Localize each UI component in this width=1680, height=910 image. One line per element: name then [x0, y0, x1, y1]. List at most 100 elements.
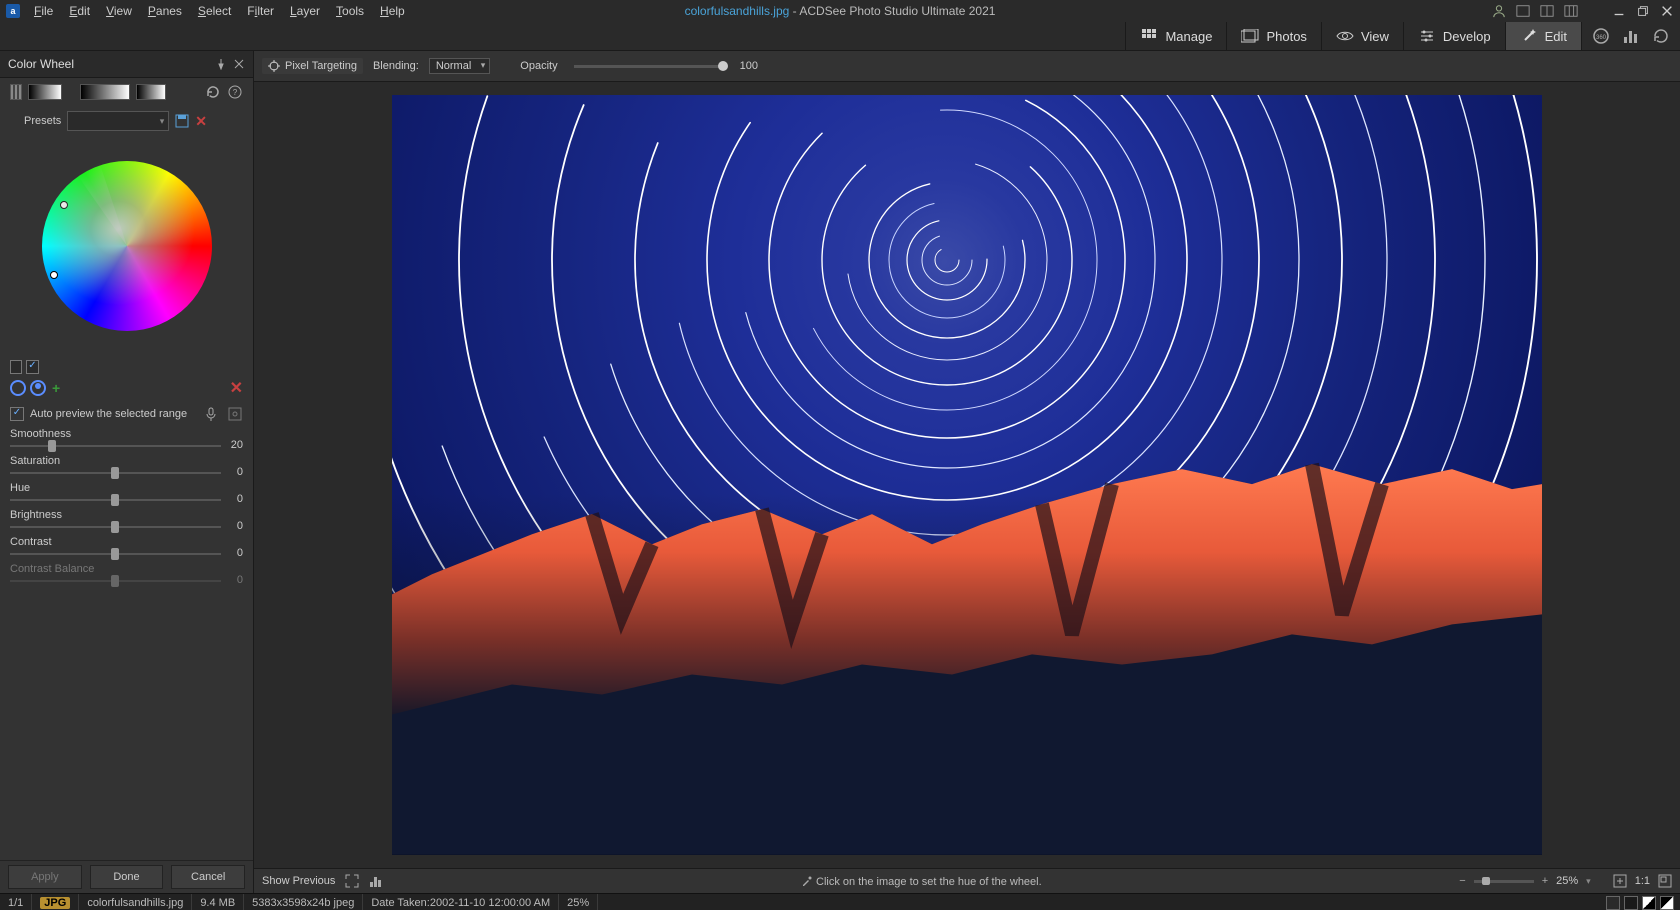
auto-preview-label: Auto preview the selected range — [30, 408, 187, 420]
wand-icon — [1520, 27, 1538, 45]
wheel-checkbox-2[interactable] — [26, 360, 38, 374]
fit-icon[interactable] — [1613, 874, 1627, 888]
saturation-slider[interactable] — [10, 467, 221, 479]
panel-title: Color Wheel — [8, 57, 74, 71]
editor-area: Pixel Targeting Blending: Normal Opacity… — [254, 51, 1680, 893]
close-icon[interactable] — [233, 58, 245, 70]
hue-slider[interactable] — [10, 494, 221, 506]
done-button[interactable]: Done — [90, 865, 164, 889]
sliders-icon — [1418, 27, 1436, 45]
presets-row: Presets ▾ ✕ — [0, 106, 253, 136]
status-date: Date Taken: 2002-11-10 12:00:00 AM — [363, 894, 559, 910]
mic-icon[interactable] — [203, 406, 219, 422]
show-previous-button[interactable]: Show Previous — [262, 875, 335, 887]
delete-preset-icon[interactable]: ✕ — [195, 113, 207, 130]
pin-icon[interactable] — [215, 58, 227, 70]
gradient-preview-2[interactable] — [136, 84, 166, 100]
bg-swatch-split-2[interactable] — [1660, 896, 1674, 910]
threesixty-icon[interactable]: 360 — [1592, 27, 1610, 45]
reset-icon[interactable] — [205, 84, 221, 100]
wheel-checkbox-1[interactable] — [10, 360, 22, 374]
color-wheel[interactable] — [42, 161, 212, 331]
range-radio-1[interactable] — [10, 380, 26, 396]
mode-label: View — [1361, 29, 1389, 44]
opacity-slider[interactable] — [574, 65, 724, 68]
mode-photos[interactable]: Photos — [1226, 22, 1320, 50]
mode-edit[interactable]: Edit — [1505, 22, 1581, 50]
menu-panes[interactable]: Panes — [140, 2, 190, 20]
layout-2-icon[interactable] — [1540, 4, 1554, 18]
remove-range-icon[interactable]: ✕ — [230, 378, 243, 398]
target-icon[interactable] — [227, 406, 243, 422]
slider-brightness: Brightness 0 — [10, 509, 243, 533]
presets-label: Presets — [24, 115, 61, 127]
account-icon[interactable] — [1492, 4, 1506, 18]
zoom-percent-caret-icon[interactable]: ▾ — [1586, 876, 1591, 887]
gradient-swatch-icon[interactable] — [28, 84, 62, 100]
cancel-button[interactable]: Cancel — [171, 865, 245, 889]
auto-preview-row: Auto preview the selected range — [0, 402, 253, 426]
brightness-slider[interactable] — [10, 521, 221, 533]
presets-dropdown[interactable]: ▾ — [67, 111, 169, 131]
window-minimize-icon[interactable] — [1612, 4, 1626, 18]
refresh-icon[interactable] — [1652, 27, 1670, 45]
status-bar: 1/1 JPG colorfulsandhills.jpg 9.4 MB 538… — [0, 893, 1680, 910]
bg-swatch-black[interactable] — [1624, 896, 1638, 910]
save-preset-icon[interactable] — [175, 114, 189, 128]
gradient-preview[interactable] — [80, 84, 130, 100]
contrast-slider[interactable] — [10, 548, 221, 560]
menu-layer[interactable]: Layer — [282, 2, 328, 20]
zoom-in-icon[interactable]: + — [1542, 875, 1548, 887]
menu-view[interactable]: View — [98, 2, 140, 20]
histogram-icon[interactable] — [1622, 27, 1640, 45]
mode-manage[interactable]: Manage — [1125, 22, 1226, 50]
mode-view[interactable]: View — [1321, 22, 1403, 50]
menu-edit[interactable]: Edit — [61, 2, 98, 20]
apply-button[interactable]: Apply — [8, 865, 82, 889]
status-dimensions: 5383x3598x24b jpeg — [244, 894, 363, 910]
zoom-percent: 25% — [1556, 875, 1578, 887]
menu-select[interactable]: Select — [190, 2, 239, 20]
bg-swatch-gray[interactable] — [1606, 896, 1620, 910]
add-range-icon[interactable]: + — [52, 380, 60, 396]
smoothness-slider[interactable] — [10, 440, 221, 452]
menu-file[interactable]: File — [26, 2, 61, 20]
opacity-label: Opacity — [520, 60, 557, 72]
wheel-mini-controls — [0, 356, 253, 378]
status-zoom: 25% — [559, 894, 598, 910]
layout-1-icon[interactable] — [1516, 4, 1530, 18]
menubar: a File Edit View Panes Select Filter Lay… — [0, 0, 1680, 22]
title-appname: - ACDSee Photo Studio Ultimate 2021 — [789, 4, 995, 18]
window-restore-icon[interactable] — [1636, 4, 1650, 18]
range-radio-2[interactable] — [30, 380, 46, 396]
mountain-silhouette — [392, 414, 1542, 855]
menu-tools[interactable]: Tools — [328, 2, 372, 20]
image-canvas[interactable] — [392, 95, 1542, 855]
auto-preview-checkbox[interactable] — [10, 407, 24, 421]
bg-swatch-split[interactable] — [1642, 896, 1656, 910]
pixel-targeting-button[interactable]: Pixel Targeting — [262, 58, 363, 74]
slider-saturation: Saturation 0 — [10, 455, 243, 479]
ratio-label[interactable]: 1:1 — [1635, 875, 1650, 887]
navigator-icon[interactable] — [1658, 874, 1672, 888]
menu-filter[interactable]: Filter — [239, 2, 282, 20]
grid-icon — [1140, 27, 1158, 45]
window-close-icon[interactable] — [1660, 4, 1674, 18]
menu-help[interactable]: Help — [372, 2, 413, 20]
color-wheel-panel: Color Wheel ? Presets ▾ ✕ — [0, 51, 254, 893]
hue-handle-2[interactable] — [50, 271, 58, 279]
expand-icon[interactable] — [345, 874, 359, 888]
mode-develop[interactable]: Develop — [1403, 22, 1505, 50]
gradient-swatch-icon[interactable] — [10, 84, 22, 100]
zoom-slider[interactable] — [1474, 880, 1534, 883]
layout-3-icon[interactable] — [1564, 4, 1578, 18]
opacity-value: 100 — [740, 60, 758, 72]
zoom-out-icon[interactable]: − — [1459, 875, 1465, 887]
hue-handle[interactable] — [60, 201, 68, 209]
help-icon[interactable]: ? — [227, 84, 243, 100]
histogram-small-icon[interactable] — [369, 874, 383, 888]
panel-header: Color Wheel — [0, 51, 253, 78]
blending-mode-select[interactable]: Normal — [429, 58, 490, 74]
eyedropper-icon — [801, 875, 813, 887]
editor-topbar: Pixel Targeting Blending: Normal Opacity… — [254, 51, 1680, 82]
